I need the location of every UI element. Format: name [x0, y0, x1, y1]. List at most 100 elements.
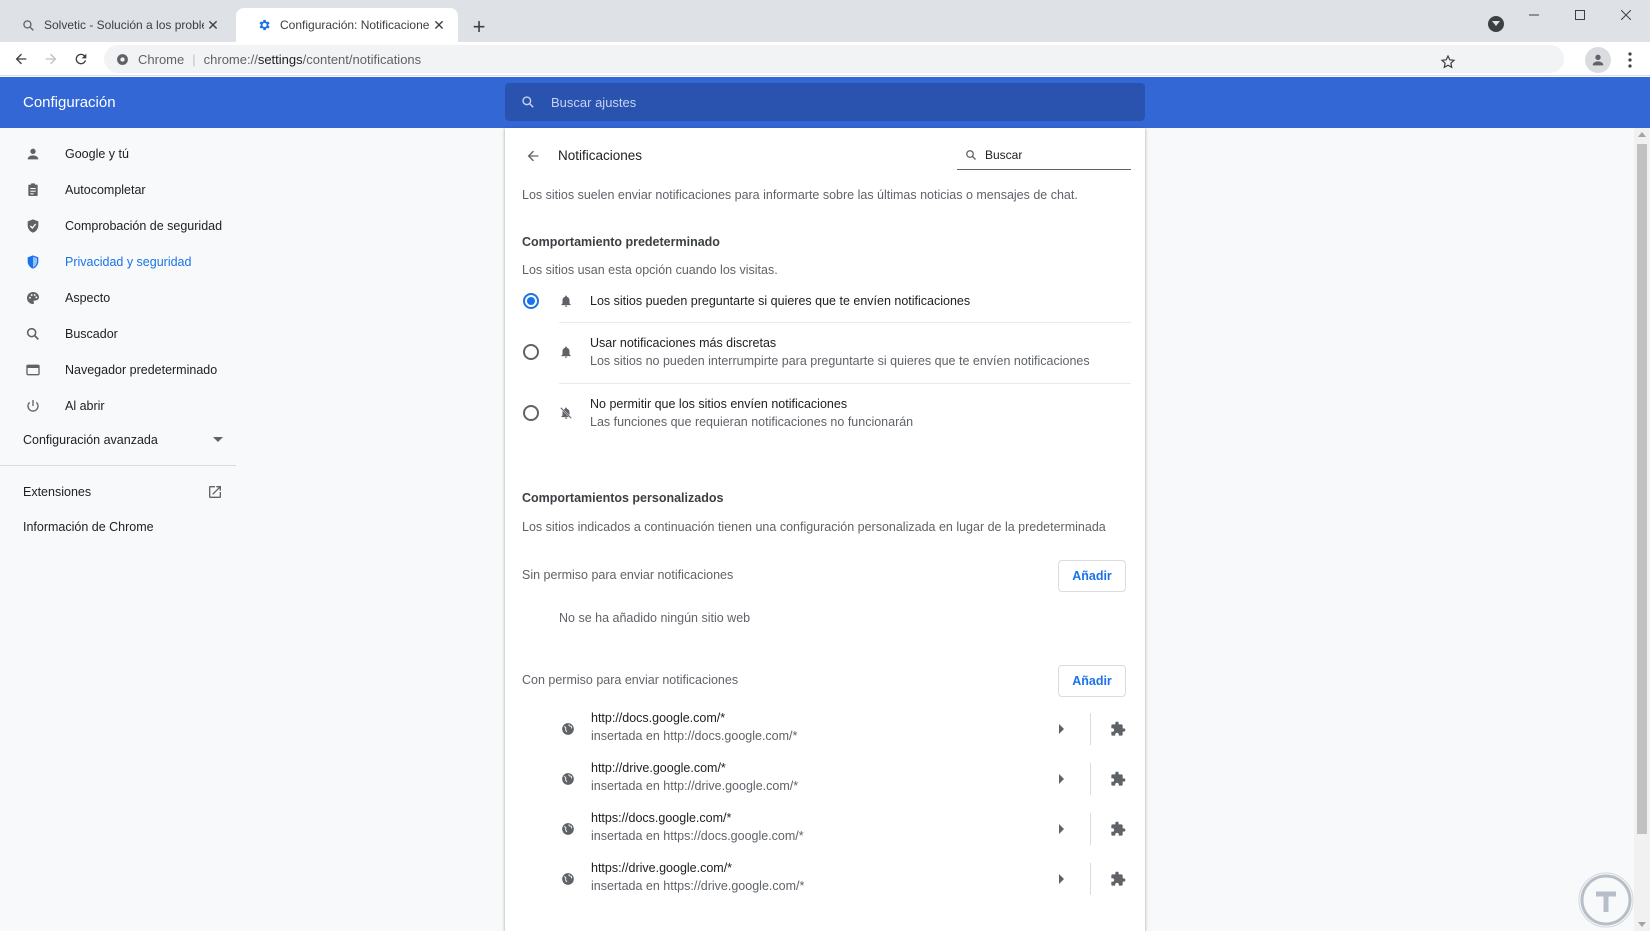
site-row[interactable]: https://drive.google.com/* insertada en … [505, 855, 1145, 905]
settings-sidebar: Google y tú Autocompletar Comprobación d… [0, 128, 236, 931]
site-row[interactable]: http://drive.google.com/* insertada en h… [505, 755, 1145, 805]
page-title: Configuración [23, 94, 116, 111]
sidebar-item-on-startup[interactable]: Al abrir [0, 388, 236, 424]
blocked-empty-text: No se ha añadido ningún sitio web [559, 611, 751, 625]
arrow-right-icon[interactable] [1053, 770, 1071, 788]
globe-icon [559, 870, 577, 888]
back-button[interactable] [9, 47, 33, 71]
option-label: No permitir que los sitios envíen notifi… [590, 397, 848, 411]
arrow-right-icon[interactable] [1053, 820, 1071, 838]
subpage-search-input[interactable]: Buscar [957, 140, 1131, 170]
url-path: /content/notifications [302, 51, 422, 67]
star-icon [1440, 54, 1456, 69]
puzzle-icon[interactable] [1108, 769, 1128, 789]
sidebar-item-default-browser[interactable]: Navegador predeterminado [0, 352, 236, 388]
globe-icon [559, 820, 577, 838]
site-row[interactable]: http://docs.google.com/* insertada en ht… [505, 705, 1145, 755]
bell-icon [557, 343, 575, 361]
sidebar-item-label: Buscador [65, 327, 118, 341]
row-separator [1090, 813, 1091, 845]
scroll-up-arrow[interactable] [1638, 132, 1646, 137]
tab-search-button[interactable] [1488, 16, 1504, 32]
sidebar-item-google[interactable]: Google y tú [0, 136, 236, 172]
shield-icon [23, 252, 43, 272]
sidebar-item-appearance[interactable]: Aspecto [0, 280, 236, 316]
puzzle-icon[interactable] [1108, 819, 1128, 839]
sidebar-extensions-label: Extensiones [23, 485, 92, 499]
avatar-icon [1592, 54, 1604, 66]
blocked-list-label: Sin permiso para enviar notificaciones [522, 568, 734, 582]
globe-icon [559, 720, 577, 738]
sidebar-item-safety-check[interactable]: Comprobación de seguridad [0, 208, 236, 244]
solvetic-logo [1578, 872, 1634, 928]
maximize-button[interactable] [1557, 0, 1603, 30]
search-icon [963, 147, 979, 163]
close-icon [1621, 10, 1631, 20]
sidebar-extensions-link[interactable]: Extensiones [23, 484, 223, 500]
subpage-search-placeholder: Buscar [985, 147, 1023, 162]
site-row[interactable]: https://docs.google.com/* insertada en h… [505, 805, 1145, 855]
notifications-card: Notificaciones Buscar Los sitios suelen … [505, 128, 1145, 931]
option-sublabel: Los sitios no pueden interrumpirte para … [590, 354, 1090, 368]
tab-settings[interactable]: Configuración: Notificaciones ✕ [236, 8, 458, 42]
option-divider [559, 322, 1131, 323]
sidebar-item-label: Autocompletar [65, 183, 146, 197]
radio-block[interactable] [523, 405, 539, 421]
browser-menu-button[interactable] [1620, 47, 1640, 73]
option-divider [559, 383, 1131, 384]
maximize-icon [1575, 10, 1585, 20]
subpage-title: Notificaciones [558, 148, 643, 163]
sidebar-item-search-engine[interactable]: Buscador [0, 316, 236, 352]
radio-allow-ask[interactable] [523, 293, 539, 309]
site-host: http://drive.google.com/* [591, 761, 726, 775]
close-window-button[interactable] [1603, 0, 1649, 30]
chrome-page-icon [114, 51, 130, 67]
bookmark-star-button[interactable] [1436, 50, 1460, 74]
sidebar-item-label: Aspecto [65, 291, 111, 305]
settings-header: Configuración Buscar ajustes [0, 77, 1650, 128]
default-behavior-heading: Comportamiento predeterminado [522, 235, 720, 249]
arrow-right-icon[interactable] [1053, 870, 1071, 888]
back-button[interactable] [521, 144, 545, 168]
option-label: Usar notificaciones más discretas [590, 336, 777, 350]
new-tab-button[interactable]: + [466, 14, 492, 40]
chevron-down-icon [1492, 21, 1500, 26]
globe-icon [559, 770, 577, 788]
sidebar-item-autofill[interactable]: Autocompletar [0, 172, 236, 208]
row-separator [1090, 863, 1091, 895]
puzzle-icon[interactable] [1108, 719, 1128, 739]
sidebar-advanced-toggle[interactable]: Configuración avanzada [23, 433, 223, 447]
minimize-icon [1529, 14, 1539, 16]
custom-behaviors-desc: Los sitios indicados a continuación tien… [522, 520, 1106, 534]
close-icon[interactable]: ✕ [204, 16, 222, 34]
default-behavior-desc: Los sitios usan esta opción cuando los v… [522, 263, 778, 277]
caret-down-icon [213, 437, 223, 442]
add-blocked-button[interactable]: Añadir [1058, 560, 1126, 592]
page-scrollbar[interactable] [1634, 128, 1650, 931]
scroll-down-arrow[interactable] [1638, 922, 1646, 927]
minimize-button[interactable] [1511, 0, 1557, 30]
tab-solvetic[interactable]: Solvetic - Solución a los problem ✕ [0, 8, 232, 42]
close-icon[interactable]: ✕ [430, 16, 448, 34]
palette-icon [23, 288, 43, 308]
arrow-right-icon[interactable] [1053, 720, 1071, 738]
settings-search-input[interactable]: Buscar ajustes [505, 83, 1145, 121]
reload-button[interactable] [69, 47, 93, 71]
allowed-list-label: Con permiso para enviar notificaciones [522, 673, 739, 687]
add-allowed-button[interactable]: Añadir [1058, 665, 1126, 697]
site-host: https://docs.google.com/* [591, 811, 732, 825]
address-bar[interactable]: Chrome | chrome://settings/content/notif… [104, 45, 1564, 73]
profile-button[interactable] [1585, 47, 1611, 73]
puzzle-icon[interactable] [1108, 869, 1128, 889]
power-icon [23, 396, 43, 416]
sidebar-item-label: Privacidad y seguridad [65, 255, 192, 269]
scroll-thumb[interactable] [1637, 144, 1647, 834]
url-host: settings [257, 51, 303, 67]
intro-text: Los sitios suelen enviar notificaciones … [522, 188, 1078, 202]
sidebar-about-link[interactable]: Información de Chrome [23, 520, 154, 534]
sidebar-item-privacy[interactable]: Privacidad y seguridad [0, 244, 236, 280]
forward-button[interactable] [39, 47, 63, 71]
arrow-left-icon [527, 150, 539, 162]
site-host: https://drive.google.com/* [591, 861, 733, 875]
radio-quieter[interactable] [523, 344, 539, 360]
